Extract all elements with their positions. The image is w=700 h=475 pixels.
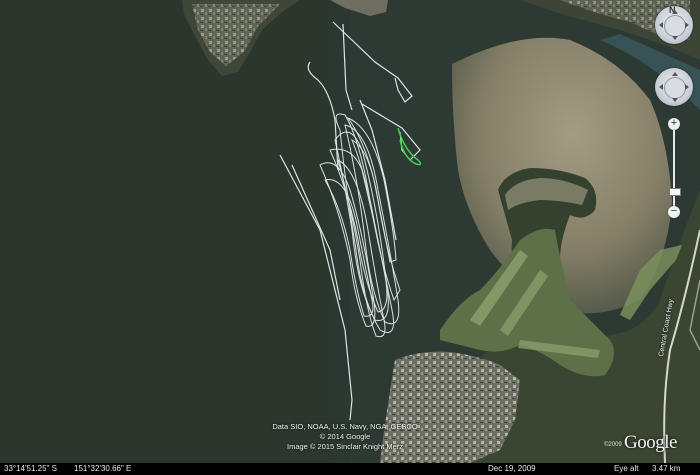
move-right-arrow-icon[interactable] xyxy=(685,84,689,90)
zoom-slider[interactable]: + − xyxy=(668,118,681,218)
eye-alt-value: 3.47 km xyxy=(652,464,681,473)
zoom-out-button[interactable]: − xyxy=(668,206,680,218)
eye-alt-label: Eye alt xyxy=(614,464,639,473)
look-left-arrow-icon[interactable] xyxy=(659,22,663,28)
longitude-readout: 151°32'30.66" E xyxy=(74,464,132,473)
latitude-readout: 33°14'51.25" S xyxy=(4,464,57,473)
imagery-date: Dec 19, 2009 xyxy=(488,464,536,473)
zoom-in-button[interactable]: + xyxy=(668,118,680,130)
move-joystick[interactable] xyxy=(664,77,686,99)
status-bar: 33°14'51.25" S 151°32'30.66" E Dec 19, 2… xyxy=(0,463,700,475)
attribution-data-sources: Data SIO, NOAA, U.S. Navy, NGA, GEBCO xyxy=(272,422,418,431)
move-joystick-ring[interactable] xyxy=(655,68,693,106)
attribution-copyright: © 2014 Google xyxy=(319,432,371,441)
move-down-arrow-icon[interactable] xyxy=(672,98,678,102)
look-down-arrow-icon[interactable] xyxy=(672,36,678,40)
google-logo: Google xyxy=(624,432,677,453)
look-joystick[interactable] xyxy=(664,15,686,37)
move-up-arrow-icon[interactable] xyxy=(672,72,678,76)
logo-year: ©2009 xyxy=(604,442,622,448)
attribution: Data SIO, NOAA, U.S. Navy, NGA, GEBCO © … xyxy=(260,422,430,452)
attribution-imagery: Image © 2015 Sinclair Knight Merz xyxy=(287,442,403,451)
move-left-arrow-icon[interactable] xyxy=(659,84,663,90)
zoom-knob[interactable] xyxy=(669,188,681,196)
look-up-arrow-icon[interactable] xyxy=(672,10,678,14)
satellite-map[interactable] xyxy=(0,0,700,475)
look-right-arrow-icon[interactable] xyxy=(685,22,689,28)
compass-ring[interactable]: N xyxy=(655,5,693,44)
